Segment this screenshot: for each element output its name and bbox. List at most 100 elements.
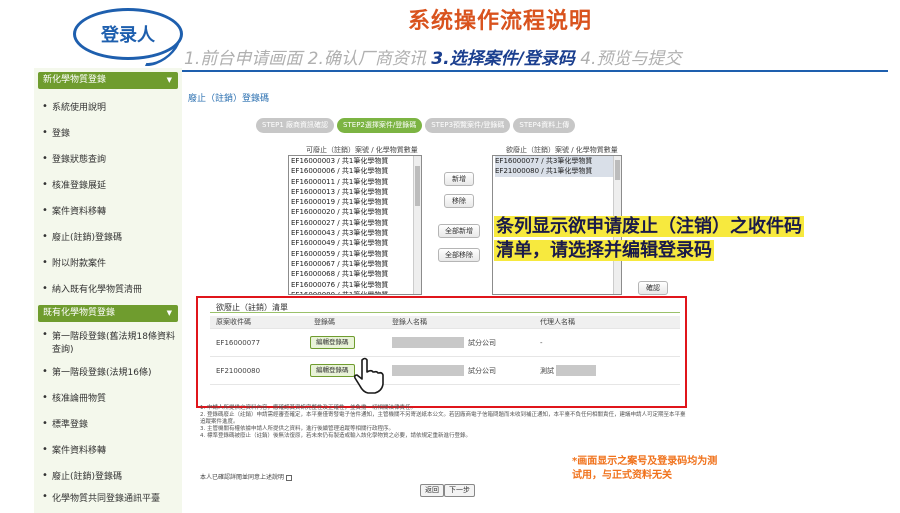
list-option[interactable]: EF16000020 / 共1筆化學物質 — [291, 207, 421, 217]
scrollbar[interactable] — [413, 156, 421, 294]
sidebar-item[interactable]: • 第一階段登錄(舊法規18條資料查詢) — [34, 326, 182, 358]
wizard-step-3[interactable]: STEP3預覽案件/登錄碼 — [425, 118, 511, 133]
wizard-step-1[interactable]: STEP1 廠商資訊確認 — [256, 118, 335, 133]
withdrawal-table: 原案收件碼 登錄碼 登錄人名稱 代理人名稱 EF16000077 編輯登錄碼 試… — [210, 316, 680, 385]
column-header: 代理人名稱 — [540, 318, 575, 326]
step-1: 1.前台申请画面 — [184, 49, 303, 69]
remove-button[interactable]: 移除 — [444, 194, 474, 208]
list-option[interactable]: EF16000013 / 共1筆化學物質 — [291, 187, 421, 197]
sidebar-item-label: 納入既有化學物質清冊 — [52, 284, 143, 295]
sidebar-section-existing-chemical[interactable]: 既有化學物質登錄 ▼ — [38, 305, 178, 322]
bullet-icon: • — [42, 469, 48, 481]
sidebar-section-label: 既有化學物質登錄 — [43, 308, 116, 318]
sidebar-item[interactable]: • 核准論冊物質 — [34, 384, 182, 410]
sidebar-item-label: 案件資料移轉 — [52, 206, 107, 217]
wizard-step-4[interactable]: STEP4資料上傳 — [513, 118, 576, 133]
available-cases-listbox[interactable]: EF16000003 / 共1筆化學物質 EF16000006 / 共1筆化學物質… — [288, 155, 422, 295]
list-option[interactable]: EF16000043 / 共3筆化學物質 — [291, 228, 421, 238]
sidebar-item[interactable]: • 廢止(註銷)登錄碼 — [34, 462, 182, 488]
bullet-icon: • — [42, 178, 48, 190]
bullet-icon: • — [42, 391, 48, 403]
list-option[interactable]: EF16000003 / 共1筆化學物質 — [291, 156, 421, 166]
sidebar-item-label: 核准論冊物質 — [52, 393, 107, 404]
column-header: 原案收件碼 — [216, 318, 251, 326]
step-3-active: 3.选择案件/登录码 — [431, 49, 575, 69]
scrollbar-thumb[interactable] — [615, 160, 620, 180]
bullet-icon: • — [42, 100, 48, 112]
sidebar-item[interactable]: • 附以附款案件 — [34, 249, 182, 275]
list-option[interactable]: EF16000067 / 共1筆化學物質 — [291, 259, 421, 269]
sidebar-item[interactable]: • 案件資料移轉 — [34, 436, 182, 462]
instruction-line: 1. 申請人所提供之資料內容，應確認其資訊完整性及正確性，並負擔一切相關法律責任… — [200, 405, 416, 411]
step-2: 2.确认厂商资讯 — [307, 49, 426, 69]
list-option[interactable]: EF16000080 / 共1筆化學物質 — [291, 290, 421, 294]
sidebar-item[interactable]: • 納入既有化學物質清冊 — [34, 275, 182, 301]
sidebar-item[interactable]: • 標準登錄 — [34, 410, 182, 436]
sidebar-item[interactable]: • 化學物質共同登錄通訊平臺 — [34, 488, 182, 513]
sidebar-section-new-chemical[interactable]: 新化學物質登錄 ▼ — [38, 72, 178, 89]
column-header: 登錄碼 — [314, 318, 335, 326]
list-option[interactable]: EF16000049 / 共1筆化學物質 — [291, 238, 421, 248]
confirm-button[interactable]: 確認 — [638, 281, 668, 295]
edit-registration-code-button[interactable]: 編輯登錄碼 — [310, 364, 355, 377]
sidebar-item-label: 系統使用說明 — [52, 102, 107, 113]
bullet-icon: • — [42, 204, 48, 216]
sidebar-item-label: 核准登錄展延 — [52, 180, 107, 191]
remove-all-button[interactable]: 全部移除 — [438, 248, 480, 262]
list-option[interactable]: EF16000059 / 共1筆化學物質 — [291, 249, 421, 259]
list-option[interactable]: EF16000006 / 共1筆化學物質 — [291, 166, 421, 176]
table-row: EF21000080 編輯登錄碼 試分公司 測試 — [210, 357, 680, 385]
case-code: EF16000077 — [216, 339, 261, 347]
list-option[interactable]: EF16000027 / 共1筆化學物質 — [291, 218, 421, 228]
back-button[interactable]: 返回 — [420, 484, 444, 497]
sidebar-item-label: 第一階段登錄(舊法規18條資料查詢) — [52, 332, 175, 355]
bullet-icon: • — [42, 282, 48, 294]
list-option[interactable]: EF16000068 / 共1筆化學物質 — [291, 269, 421, 279]
sidebar-item[interactable]: • 登錄狀態查詢 — [34, 145, 182, 171]
add-button[interactable]: 新增 — [444, 172, 474, 186]
agree-checkbox[interactable] — [286, 474, 293, 481]
list-option[interactable]: EF16000077 / 共3筆化學物質 — [495, 156, 621, 167]
bullet-icon: • — [42, 256, 48, 268]
hand-pointer-icon — [353, 357, 384, 394]
sidebar-item[interactable]: • 登錄 — [34, 119, 182, 145]
list-option[interactable]: EF16000011 / 共1筆化學物質 — [291, 177, 421, 187]
header-divider — [182, 70, 888, 72]
bullet-icon: • — [42, 230, 48, 242]
redacted-name — [556, 365, 596, 376]
bullet-icon: • — [42, 491, 48, 502]
instructions: 1. 申請人所提供之資料內容，應確認其資訊完整性及正確性，並負擔一切相關法律責任… — [200, 405, 690, 440]
sidebar-item-label: 第一階段登錄(法規16條) — [52, 367, 152, 378]
slide-title: 系统操作流程说明 — [407, 9, 592, 34]
instruction-line: 4. 標準登錄碼被廢止（註銷）後無法復原，若未來仍有製造或輸入該化學物質之必要，… — [200, 433, 471, 439]
list-option[interactable]: EF16000019 / 共1筆化學物質 — [291, 197, 421, 207]
next-button[interactable]: 下一步 — [444, 484, 475, 497]
agree-row: 本人已確認詳閱並同意上述說明 — [200, 472, 293, 481]
sidebar-item[interactable]: • 廢止(註銷)登錄碼 — [34, 223, 182, 249]
footnote-line: *画面显示之案号及登录码均为测 — [572, 456, 718, 467]
agent-name: 測試 — [540, 367, 554, 375]
agent-name: - — [540, 339, 543, 347]
instruction-line: 3. 主管機關有權依據申請人所提供之資料，進行後續管理追蹤等相關行政程序。 — [200, 426, 394, 432]
divider — [210, 312, 680, 313]
bullet-icon: • — [42, 152, 48, 164]
sidebar-item-label: 附以附款案件 — [52, 258, 107, 269]
sidebar-item[interactable]: • 系統使用說明 — [34, 93, 182, 119]
redacted-name — [392, 337, 464, 348]
sidebar-item-label: 登錄狀態查詢 — [52, 154, 107, 165]
wizard-step-2-active[interactable]: STEP2選擇案件/登錄碼 — [337, 118, 423, 133]
bullet-icon: • — [42, 365, 48, 377]
available-list-label: 可廢止（註銷）案號 / 化學物質數量 — [306, 146, 418, 154]
add-all-button[interactable]: 全部新增 — [438, 224, 480, 238]
edit-registration-code-button[interactable]: 編輯登錄碼 — [310, 336, 355, 349]
scrollbar-thumb[interactable] — [415, 166, 420, 206]
list-option[interactable]: EF21000080 / 共1筆化學物質 — [495, 166, 621, 177]
sidebar-item[interactable]: • 核准登錄展延 — [34, 171, 182, 197]
callout-annotation: 条列显示欲申请废止（注销）之收件码 清单，请选择并编辑登录码 — [494, 215, 884, 263]
column-header: 登錄人名稱 — [392, 318, 427, 326]
sidebar-item-label: 案件資料移轉 — [52, 445, 107, 456]
sidebar-item[interactable]: • 第一階段登錄(法規16條) — [34, 358, 182, 384]
sidebar-item-label: 廢止(註銷)登錄碼 — [52, 471, 123, 482]
sidebar-item[interactable]: • 案件資料移轉 — [34, 197, 182, 223]
list-option[interactable]: EF16000076 / 共1筆化學物質 — [291, 280, 421, 290]
